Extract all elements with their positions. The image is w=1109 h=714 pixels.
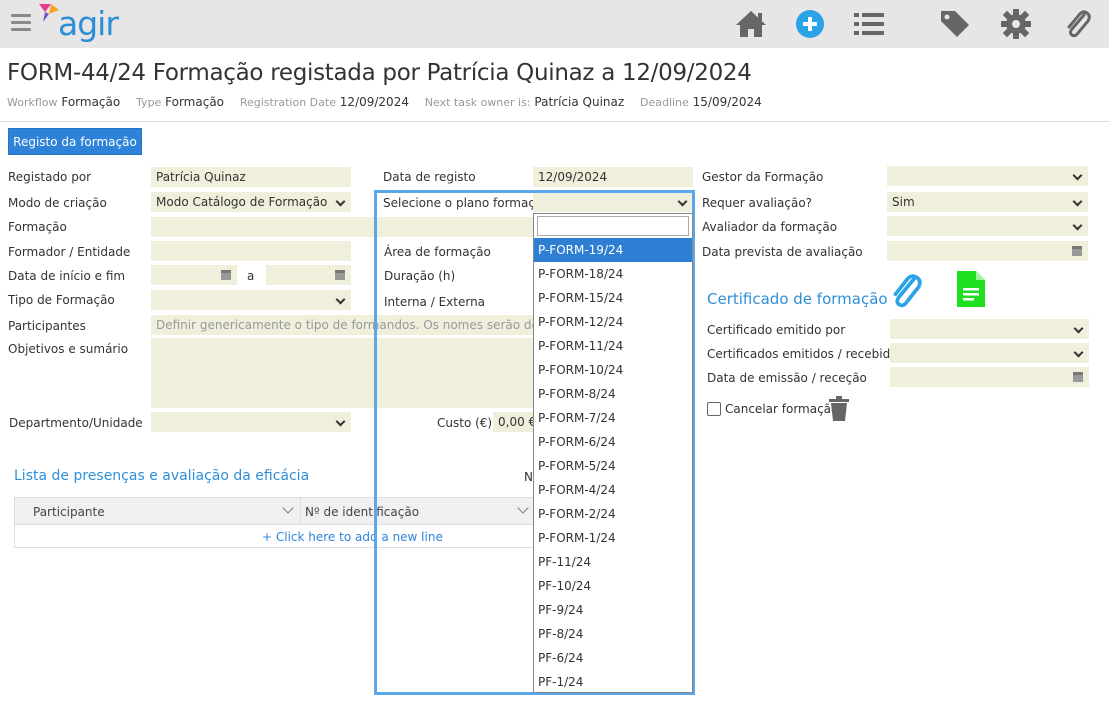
- gestor-select[interactable]: [887, 166, 1088, 186]
- dropdown-option[interactable]: P-FORM-8/24: [534, 382, 692, 406]
- dropdown-option[interactable]: PF-1/24: [534, 670, 692, 692]
- home-icon[interactable]: [733, 7, 769, 41]
- calendar-icon[interactable]: [1072, 246, 1082, 256]
- dropdown-option[interactable]: P-FORM-11/24: [534, 334, 692, 358]
- settings-icon[interactable]: [998, 7, 1034, 41]
- avaliador-select[interactable]: [887, 216, 1088, 236]
- data-inicio-field[interactable]: [151, 265, 237, 285]
- tab-registo-formacao[interactable]: Registo da formação: [8, 128, 142, 155]
- data-registo-field[interactable]: 12/09/2024: [533, 167, 693, 187]
- trash-icon[interactable]: [828, 396, 850, 421]
- formador-label: Formador / Entidade: [8, 245, 131, 259]
- tipo-select[interactable]: [151, 290, 351, 310]
- data-fim-field[interactable]: [266, 265, 351, 285]
- page-title: FORM-44/24 Formação registada por Patríc…: [7, 60, 752, 86]
- regdate-label: Registration Date: [239, 96, 336, 109]
- certificado-title: Certificado de formação: [707, 290, 888, 308]
- avaliador-label: Avaliador da formação: [702, 220, 838, 234]
- dropdown-option[interactable]: P-FORM-12/24: [534, 310, 692, 334]
- list-icon[interactable]: [851, 7, 887, 41]
- modo-criacao-label: Modo de criação: [8, 196, 107, 210]
- dropdown-option[interactable]: P-FORM-2/24: [534, 502, 692, 526]
- registado-por-field[interactable]: Patrícia Quinaz: [151, 167, 351, 187]
- presencas-title: Lista de presenças e avaliação da eficác…: [14, 468, 310, 484]
- type-label: Type: [136, 96, 162, 109]
- top-bar: agir: [0, 0, 1109, 48]
- data-emissao-label: Data de emissão / receção: [707, 371, 867, 385]
- column-participante-label: Participante: [33, 505, 105, 519]
- data-emissao-field[interactable]: [890, 367, 1089, 387]
- dropdown-option[interactable]: PF-6/24: [534, 646, 692, 670]
- type-value: Formação: [165, 95, 225, 109]
- dropdown-option[interactable]: P-FORM-4/24: [534, 478, 692, 502]
- calendar-icon[interactable]: [221, 270, 231, 280]
- certificados-emitidos-select[interactable]: [890, 343, 1089, 363]
- dropdown-option[interactable]: PF-11/24: [534, 550, 692, 574]
- regdate-value: 12/09/2024: [339, 95, 409, 109]
- departamento-select[interactable]: [151, 412, 351, 432]
- app-logo: agir: [58, 4, 119, 43]
- gestor-label: Gestor da Formação: [702, 170, 824, 184]
- registado-por-label: Registado por: [8, 170, 92, 184]
- data-registo-label: Data de registo: [383, 170, 476, 184]
- plano-formacao-dropdown: P-FORM-19/24 P-FORM-18/24 P-FORM-15/24 P-FO…: [533, 213, 693, 693]
- data-prevista-label: Data prevista de avaliação: [702, 245, 863, 259]
- calendar-icon[interactable]: [335, 270, 345, 280]
- cancelar-formacao-label: Cancelar formação: [725, 402, 839, 416]
- objetivos-label: Objetivos e sumário: [8, 342, 129, 356]
- attachment-icon[interactable]: [1060, 7, 1096, 41]
- formador-field[interactable]: [151, 241, 351, 261]
- dropdown-option[interactable]: P-FORM-6/24: [534, 430, 692, 454]
- workflow-meta: Workflow Formação Type Formação Registra…: [7, 95, 774, 109]
- cancelar-formacao-checkbox[interactable]: [707, 402, 721, 416]
- dropdown-option[interactable]: P-FORM-15/24: [534, 286, 692, 310]
- owner-value: Patrícia Quinaz: [534, 95, 625, 109]
- chevron-down-icon[interactable]: [282, 502, 294, 514]
- owner-label: Next task owner is:: [424, 96, 531, 109]
- departamento-label: Departmento/Unidade: [9, 416, 143, 430]
- dropdown-option[interactable]: P-FORM-19/24: [534, 238, 692, 262]
- dropdown-option[interactable]: P-FORM-18/24: [534, 262, 692, 286]
- modo-criacao-select[interactable]: Modo Catálogo de Formação: [151, 192, 351, 212]
- dropdown-option[interactable]: P-FORM-7/24: [534, 406, 692, 430]
- requer-avaliacao-select[interactable]: Sim: [887, 192, 1088, 212]
- workflow-value: Formação: [61, 95, 121, 109]
- participantes-label: Participantes: [8, 319, 86, 333]
- dropdown-option[interactable]: PF-10/24: [534, 574, 692, 598]
- deadline-label: Deadline: [639, 96, 689, 109]
- formacao-label: Formação: [8, 220, 67, 234]
- data-prevista-field[interactable]: [887, 241, 1088, 261]
- column-participante[interactable]: Participante: [15, 498, 301, 524]
- dropdown-option[interactable]: PF-8/24: [534, 622, 692, 646]
- tags-icon[interactable]: [937, 7, 973, 41]
- dropdown-option[interactable]: P-FORM-1/24: [534, 526, 692, 550]
- requer-avaliacao-label: Requer avaliação?: [702, 196, 813, 210]
- divider: [0, 121, 1109, 122]
- dropdown-option[interactable]: P-FORM-5/24: [534, 454, 692, 478]
- menu-icon[interactable]: [11, 14, 31, 32]
- dropdown-search-input[interactable]: [537, 216, 689, 236]
- certificado-emitido-por-select[interactable]: [890, 319, 1089, 339]
- calendar-icon[interactable]: [1073, 372, 1083, 382]
- certificados-emitidos-label: Certificados emitidos / recebidos?: [707, 347, 911, 361]
- add-icon[interactable]: [793, 7, 829, 41]
- dropdown-option[interactable]: PF-9/24: [534, 598, 692, 622]
- datas-separator: a: [247, 269, 255, 283]
- certificado-emitido-por-label: Certificado emitido por: [707, 323, 846, 337]
- workflow-label: Workflow: [7, 96, 58, 109]
- deadline-value: 15/09/2024: [692, 95, 762, 109]
- datas-label: Data de início e fim: [8, 269, 126, 283]
- tipo-label: Tipo de Formação: [8, 293, 115, 307]
- document-icon[interactable]: [956, 270, 986, 308]
- paperclip-icon[interactable]: [887, 271, 925, 309]
- dropdown-option[interactable]: P-FORM-10/24: [534, 358, 692, 382]
